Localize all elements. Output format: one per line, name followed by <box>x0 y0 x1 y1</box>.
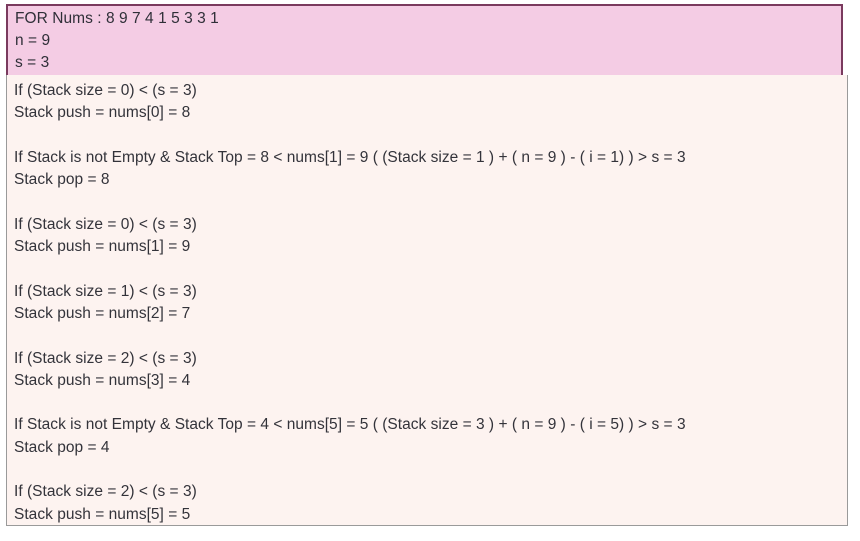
log-line-spacer <box>7 191 847 213</box>
log-line: If (Stack size = 2) < (s = 3) <box>14 483 197 501</box>
log-line: Stack push = nums[1] = 9 <box>14 238 191 256</box>
log-line-spacer <box>7 325 847 347</box>
log-line-spacer <box>7 258 847 280</box>
log-line: Stack push = nums[5] = 5 <box>14 505 191 523</box>
log-line-spacer <box>7 459 847 481</box>
log-line: If (Stack size = 2) < (s = 3) <box>14 349 197 367</box>
log-line: Stack pop = 8 <box>14 171 110 189</box>
log-line-spacer <box>7 125 847 147</box>
parameters-header-panel: FOR Nums : 8 9 7 4 1 5 3 3 1 n = 9 s = 3 <box>6 4 843 77</box>
log-line: Stack push = nums[0] = 8 <box>14 104 191 122</box>
header-line-nums: FOR Nums : 8 9 7 4 1 5 3 3 1 <box>15 10 219 27</box>
trace-log-panel: If (Stack size = 0) < (s = 3) Stack push… <box>6 75 848 526</box>
log-line: Stack push = nums[3] = 4 <box>14 371 191 389</box>
log-line: Stack push = nums[2] = 7 <box>14 304 191 322</box>
log-line: If (Stack size = 1) < (s = 3) <box>14 282 197 300</box>
header-line-n: n = 9 <box>15 32 51 49</box>
header-line-s: s = 3 <box>15 54 50 71</box>
log-line-spacer <box>7 392 847 414</box>
log-line: If (Stack size = 0) < (s = 3) <box>14 82 197 99</box>
log-line: If Stack is not Empty & Stack Top = 8 < … <box>14 148 686 166</box>
log-line: Stack pop = 4 <box>14 438 110 456</box>
trace-output-view: FOR Nums : 8 9 7 4 1 5 3 3 1 n = 9 s = 3… <box>0 0 860 541</box>
log-line: If Stack is not Empty & Stack Top = 4 < … <box>14 416 686 434</box>
log-line: If (Stack size = 0) < (s = 3) <box>14 215 197 233</box>
